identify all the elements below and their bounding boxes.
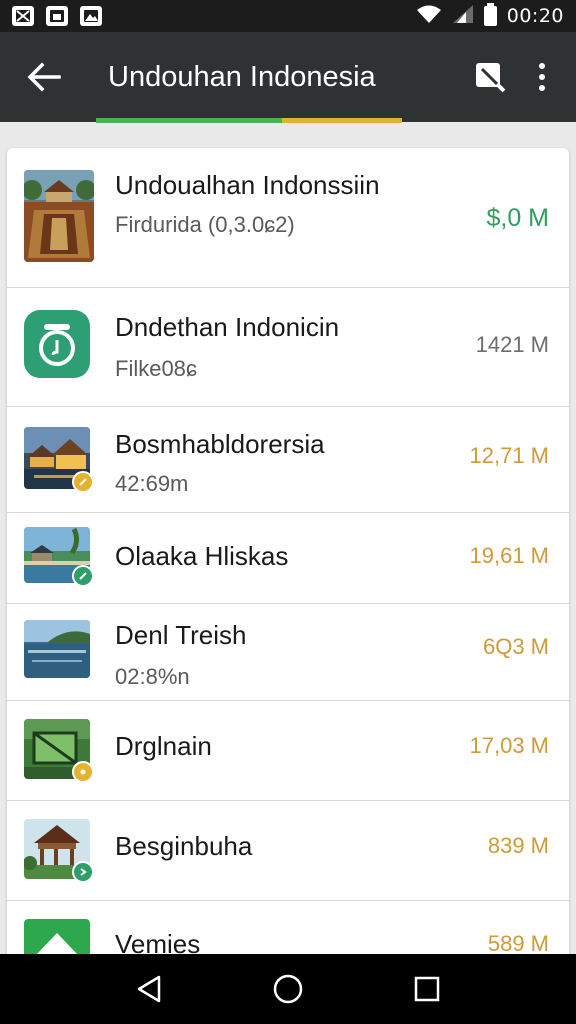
yellow-badge-icon [72,471,94,493]
download-progress-line [96,118,402,123]
item-title: Undoualhan Indonssiin [115,170,380,200]
item-size: 6Q3 M [482,634,549,659]
list-item[interactable]: Undoualhan Indonssiin Firdurida (0,3.0ɕ2… [7,148,569,288]
download-list: Undoualhan Indonssiin Firdurida (0,3.0ɕ2… [7,148,569,954]
thumb-green-tent [24,919,90,954]
item-subtitle: Firdurida (0,3.0ɕ2) [115,212,295,237]
item-subtitle: 02:8%n [115,664,190,689]
more-options-button[interactable] [516,47,568,107]
item-size: 12,71 M [469,443,550,468]
item-title: Drglnain [115,731,212,761]
status-time: 00:20 [506,5,564,27]
page-title: Undouhan Indonesia [108,60,376,93]
list-item[interactable]: Dndethan Indonicin Filke08ɕ 1421 M [7,288,569,407]
item-subtitle: 42:69m [115,471,189,496]
back-button[interactable] [14,47,74,107]
list-item[interactable]: Drglnain 17,03 M [7,701,569,801]
green-badge-icon [72,861,94,883]
thumb-temple-pavilion [24,170,94,262]
app-bar: Undouhan Indonesia [0,32,576,122]
list-item[interactable]: Denl Treish 02:8%n 6Q3 M [7,604,569,701]
thumb-beach-hut [24,527,94,587]
picture-icon [80,6,102,26]
item-title: Vemies [115,929,201,954]
nav-home-button[interactable] [258,959,318,1019]
progress-segment-yellow [282,118,402,123]
nav-home-icon [273,974,303,1004]
nav-recents-button[interactable] [397,959,457,1019]
list-item[interactable]: Olaaka Hliskas 19,61 M [7,513,569,604]
more-vert-icon [539,63,545,91]
item-size: 839 M [487,833,549,858]
item-title: Denl Treish [115,620,247,650]
search-button[interactable] [464,47,516,107]
item-size: 1421 M [475,332,549,357]
list-item[interactable]: Vemies 589 M [7,901,569,954]
green-badge-icon [72,565,94,587]
item-subtitle: Filke08ɕ [115,356,197,381]
item-title: Dndethan Indonicin [115,312,340,342]
thumb-gazebo [24,819,94,883]
thumb-lake-hill [24,620,90,678]
item-title: Besginbuha [115,831,253,861]
search-icon [476,63,506,93]
item-size: $,0 M [486,204,549,232]
item-size: 17,03 M [469,733,550,758]
nav-back-icon [138,975,161,1003]
signal-icon [452,4,474,29]
item-size: 19,61 M [469,543,550,568]
item-title: Olaaka Hliskas [115,541,289,571]
list-item[interactable]: Besginbuha 839 M [7,801,569,901]
thumb-garden-frame [24,719,94,783]
gallery-icon [46,6,68,26]
back-arrow-icon [27,62,61,92]
battery-icon [483,3,497,26]
status-system-icons: 00:20 [416,3,564,29]
progress-segment-green [96,118,282,123]
nav-recents-icon [414,976,439,1002]
image-icon [12,6,34,26]
item-title: Bosmhabldorersia [115,429,325,459]
nav-back-button[interactable] [119,959,179,1019]
thumb-resort-pavilion [24,427,94,493]
status-notification-icons [12,6,102,26]
list-item[interactable]: Bosmhabldorersia 42:69m 12,71 M [7,407,569,513]
status-bar: 00:20 [0,0,576,32]
wifi-icon [416,4,442,29]
item-size: 589 M [487,931,549,954]
yellow-badge-icon [72,761,94,783]
thumb-green-app-icon [24,310,90,378]
navigation-bar [0,954,576,1024]
